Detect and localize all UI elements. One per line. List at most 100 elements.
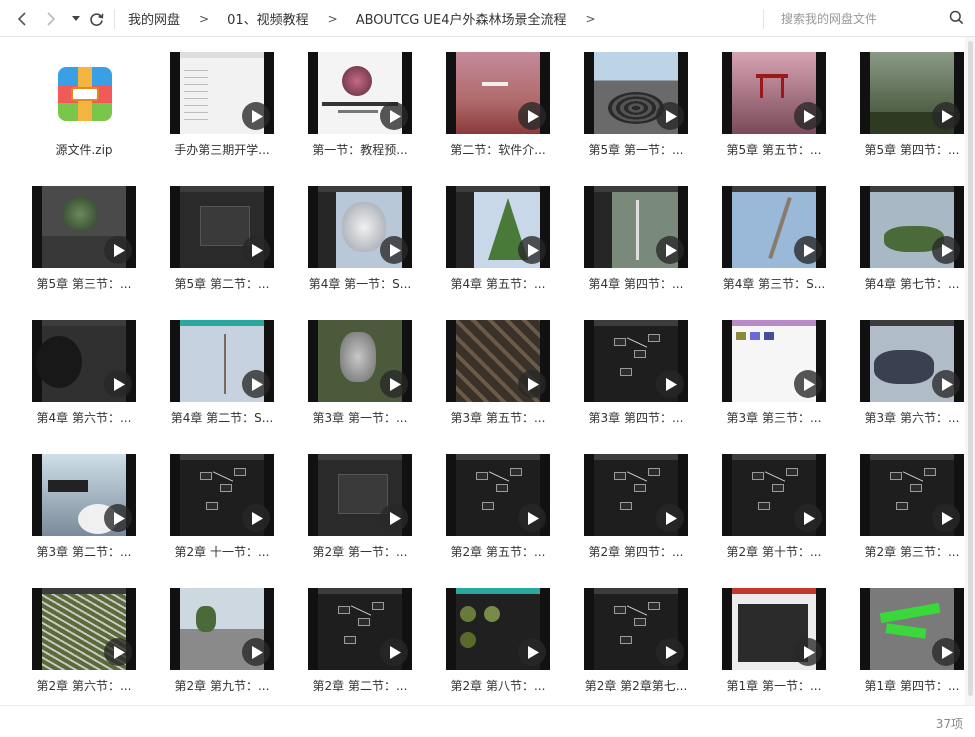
video-thumbnail [308,52,412,134]
play-icon[interactable] [104,504,132,532]
file-item-video[interactable]: 第5章 第二节：... [153,184,291,308]
play-icon[interactable] [932,102,960,130]
file-name: 第2章 第五节：... [450,545,546,559]
play-icon[interactable] [242,236,270,264]
play-icon[interactable] [242,638,270,666]
file-item-video[interactable]: 第5章 第四节：... [843,50,975,174]
play-icon[interactable] [656,236,684,264]
file-item-video[interactable]: 第4章 第五节：... [429,184,567,308]
forward-button[interactable] [41,9,61,29]
play-icon[interactable] [656,370,684,398]
file-name: 第3章 第一节：... [312,411,408,425]
play-icon[interactable] [794,236,822,264]
play-icon[interactable] [380,504,408,532]
play-icon[interactable] [242,102,270,130]
file-item-video[interactable]: 第2章 第一节：... [291,452,429,576]
file-item-video[interactable]: 第3章 第一节：... [291,318,429,442]
file-item-video[interactable]: 第4章 第一节：S... [291,184,429,308]
breadcrumb-item-root[interactable]: 我的网盘 [128,9,180,28]
file-item-video[interactable]: 第4章 第三节：S... [705,184,843,308]
video-thumbnail [170,320,274,402]
play-icon[interactable] [932,370,960,398]
zip-file-icon [58,67,112,121]
breadcrumb-item-current[interactable]: ABOUTCG UE4户外森林场景全流程 [356,9,567,28]
file-item-video[interactable]: 第一节：教程预... [291,50,429,174]
history-dropdown[interactable] [66,9,86,29]
file-item-video[interactable]: 第5章 第一节：... [567,50,705,174]
play-icon[interactable] [380,638,408,666]
play-icon[interactable] [656,504,684,532]
play-icon[interactable] [518,638,546,666]
breadcrumb: 我的网盘 > 01、视频教程 > ABOUTCG UE4户外森林场景全流程 > [128,0,614,37]
file-item-video[interactable]: 第3章 第四节：... [567,318,705,442]
play-icon[interactable] [380,102,408,130]
play-icon[interactable] [656,102,684,130]
play-icon[interactable] [932,236,960,264]
file-item-video[interactable]: 第3章 第六节：... [843,318,975,442]
file-item-video[interactable]: 第5章 第五节：... [705,50,843,174]
video-thumbnail [308,454,412,536]
scrollbar-thumb[interactable] [968,41,973,696]
play-icon[interactable] [380,370,408,398]
play-icon[interactable] [518,370,546,398]
breadcrumb-separator[interactable]: > [585,12,595,26]
video-thumbnail [308,186,412,268]
video-thumbnail [32,320,136,402]
play-icon[interactable] [518,236,546,264]
video-thumbnail [170,454,274,536]
file-item-zip[interactable]: 源文件.zip [15,50,153,174]
play-icon[interactable] [932,638,960,666]
file-item-video[interactable]: 第2章 第五节：... [429,452,567,576]
file-item-video[interactable]: 第4章 第四节：... [567,184,705,308]
vertical-scrollbar[interactable] [965,37,975,705]
file-item-video[interactable]: 第2章 第三节：... [843,452,975,576]
play-icon[interactable] [242,370,270,398]
play-icon[interactable] [104,370,132,398]
play-icon[interactable] [794,370,822,398]
breadcrumb-item-videos[interactable]: 01、视频教程 [227,9,309,28]
video-thumbnail [446,588,550,670]
video-thumbnail [446,320,550,402]
file-name: 第5章 第四节：... [864,143,960,157]
file-item-video[interactable]: 手办第三期开学... [153,50,291,174]
file-name: 源文件.zip [55,143,113,157]
file-item-video[interactable]: 第4章 第六节：... [15,318,153,442]
file-item-video[interactable]: 第1章 第四节：... [843,586,975,710]
search-input[interactable] [781,11,941,26]
play-icon[interactable] [794,638,822,666]
file-item-video[interactable]: 第4章 第二节：S... [153,318,291,442]
file-item-video[interactable]: 第4章 第七节：... [843,184,975,308]
play-icon[interactable] [932,504,960,532]
file-name: 第5章 第五节：... [726,143,822,157]
file-item-video[interactable]: 第2章 第二节：... [291,586,429,710]
file-name: 第2章 第一节：... [312,545,408,559]
file-item-video[interactable]: 第二节：软件介... [429,50,567,174]
file-name: 第4章 第六节：... [36,411,132,425]
play-icon[interactable] [104,638,132,666]
file-item-video[interactable]: 第2章 第八节：... [429,586,567,710]
file-item-video[interactable]: 第3章 第三节：... [705,318,843,442]
file-item-video[interactable]: 第2章 第十节：... [705,452,843,576]
refresh-button[interactable] [86,9,106,29]
play-icon[interactable] [518,102,546,130]
file-item-video[interactable]: 第3章 第五节：... [429,318,567,442]
play-icon[interactable] [656,638,684,666]
file-item-video[interactable]: 第1章 第一节：... [705,586,843,710]
file-item-video[interactable]: 第2章 第六节：... [15,586,153,710]
play-icon[interactable] [380,236,408,264]
file-item-video[interactable]: 第3章 第二节：... [15,452,153,576]
file-item-video[interactable]: 第2章 第四节：... [567,452,705,576]
file-item-video[interactable]: 第2章 第2章第七... [567,586,705,710]
search-icon[interactable] [949,10,964,25]
play-icon[interactable] [104,236,132,264]
play-icon[interactable] [794,102,822,130]
file-item-video[interactable]: 第5章 第三节：... [15,184,153,308]
file-name: 第二节：软件介... [450,143,546,157]
file-item-video[interactable]: 第2章 十一节：... [153,452,291,576]
play-icon[interactable] [242,504,270,532]
video-thumbnail [170,186,274,268]
file-item-video[interactable]: 第2章 第九节：... [153,586,291,710]
back-button[interactable] [12,9,32,29]
play-icon[interactable] [794,504,822,532]
play-icon[interactable] [518,504,546,532]
